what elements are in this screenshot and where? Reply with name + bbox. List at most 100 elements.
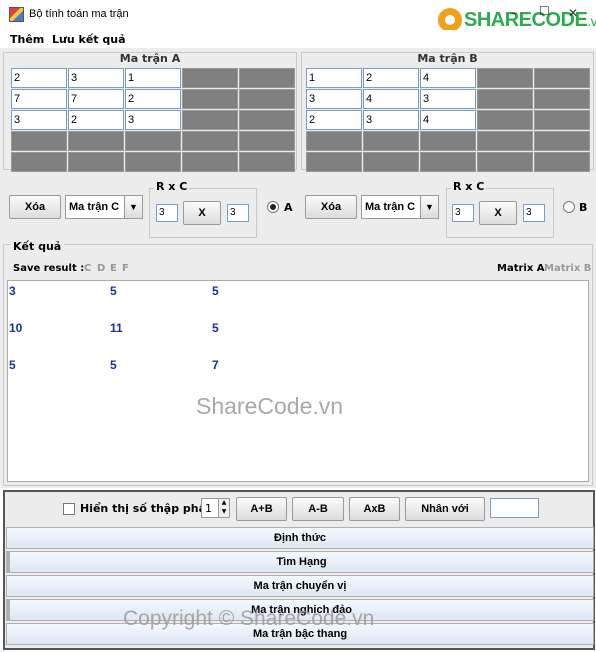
copyright-watermark: Copyright © ShareCode.vn	[123, 607, 375, 630]
center-watermark: ShareCode.vn	[196, 393, 344, 419]
matrix-a-cell-disabled	[239, 110, 295, 130]
matrix-a-cell-disabled	[182, 68, 238, 88]
transpose-button[interactable]: Ma trận chuyển vị	[6, 575, 594, 597]
resize-a-button[interactable]: X	[183, 201, 221, 225]
matrix-a-cell-disabled	[182, 89, 238, 109]
clear-a-button[interactable]: Xóa	[9, 195, 61, 219]
multiplier-input[interactable]	[490, 498, 539, 518]
matrix-a-title: Ma trận A	[119, 52, 181, 65]
matrix-a-cell[interactable]: 3	[11, 110, 67, 130]
determinant-button[interactable]: Định thức	[6, 527, 594, 549]
result-cell: 5	[110, 284, 117, 298]
matrix-b-cell-disabled	[363, 152, 419, 172]
rows-b-input[interactable]: 3	[452, 204, 474, 222]
result-cell: 5	[212, 321, 219, 335]
matrix-b-cell-disabled	[534, 110, 590, 130]
matrix-a-cell[interactable]: 2	[125, 89, 181, 109]
matrix-a-cell-disabled	[239, 68, 295, 88]
matrix-a-cell-disabled	[182, 110, 238, 130]
target-b-select[interactable]: Ma trận C ▼	[361, 195, 439, 219]
matrix-a-cell[interactable]: 3	[68, 68, 124, 88]
matrix-b-cell[interactable]: 3	[420, 89, 476, 109]
matrix-b-grid: 1 2 4 3 4 3 2 3 4	[306, 68, 590, 172]
radio-a[interactable]	[267, 201, 279, 213]
matrix-b-cell[interactable]: 2	[363, 68, 419, 88]
matrix-a-cell[interactable]: 7	[68, 89, 124, 109]
matrix-b-cell[interactable]: 1	[306, 68, 362, 88]
resize-b-button[interactable]: X	[479, 201, 517, 225]
close-button[interactable]: ✕	[568, 6, 578, 20]
matrix-b-cell[interactable]: 4	[420, 68, 476, 88]
radio-b-label: B	[579, 201, 588, 214]
save-option-d[interactable]: D	[97, 263, 105, 274]
matrix-b-cell[interactable]: 3	[363, 110, 419, 130]
spinner-up-icon[interactable]: ▲	[219, 499, 229, 508]
matrix-b-cell-disabled	[534, 89, 590, 109]
result-area	[7, 280, 589, 482]
app-icon	[9, 7, 24, 22]
save-result-label: Save result :	[13, 263, 85, 274]
matrix-a-cell-disabled	[125, 152, 181, 172]
title-bar: Bộ tính toán ma trận SHARECODE.vn – ☐ ✕	[0, 0, 596, 32]
matrix-b-cell[interactable]: 3	[306, 89, 362, 109]
result-cell: 5	[212, 284, 219, 298]
matrix-b-cell[interactable]: 4	[420, 110, 476, 130]
decimal-checkbox[interactable]	[63, 503, 75, 515]
decimal-spinner[interactable]: 1 ▲ ▼	[201, 498, 230, 518]
result-cell: 3	[9, 284, 16, 298]
matrix-b-cell-disabled	[534, 152, 590, 172]
matrix-a-cell-disabled	[125, 131, 181, 151]
save-option-e[interactable]: E	[110, 263, 117, 274]
matrix-b-panel: Ma trận B 1 2 4 3 4 3 2 3 4	[301, 52, 594, 172]
rc-a-title: R x C	[154, 180, 190, 193]
cols-a-input[interactable]: 3	[227, 204, 249, 222]
result-cell: 5	[110, 358, 117, 372]
matrix-b-cell-disabled	[363, 131, 419, 151]
matrix-a-cell-disabled	[239, 131, 295, 151]
chevron-down-icon[interactable]: ▼	[420, 196, 438, 218]
matrix-a-cell[interactable]: 1	[125, 68, 181, 88]
rank-button[interactable]: Tìm Hạng	[6, 551, 594, 573]
matrix-b-cell-disabled	[477, 152, 533, 172]
scalar-multiply-button[interactable]: Nhân với	[405, 497, 485, 521]
matrix-a-cell[interactable]: 2	[68, 110, 124, 130]
matrix-b-cell-disabled	[477, 68, 533, 88]
save-option-c[interactable]: C	[84, 263, 91, 274]
matrix-b-toggle[interactable]: Matrix B	[544, 263, 591, 274]
matrix-a-cell[interactable]: 3	[125, 110, 181, 130]
target-a-value: Ma trận C	[69, 201, 120, 213]
radio-b[interactable]	[563, 201, 575, 213]
matrix-b-cell-disabled	[306, 131, 362, 151]
rows-a-input[interactable]: 3	[156, 204, 178, 222]
result-cell: 10	[9, 321, 23, 335]
subtract-button[interactable]: A-B	[292, 497, 344, 521]
target-a-select[interactable]: Ma trận C ▼	[65, 195, 143, 219]
chevron-down-icon[interactable]: ▼	[124, 196, 142, 218]
matrix-a-cell-disabled	[11, 131, 67, 151]
maximize-button[interactable]: ☐	[539, 4, 550, 18]
cols-b-input[interactable]: 3	[523, 204, 545, 222]
save-option-f[interactable]: F	[122, 263, 129, 274]
add-button[interactable]: A+B	[236, 497, 287, 521]
matrix-b-cell[interactable]: 4	[363, 89, 419, 109]
matrix-b-cell-disabled	[306, 152, 362, 172]
matrix-b-cell-disabled	[477, 89, 533, 109]
menu-them[interactable]: Thêm	[10, 33, 44, 46]
matrix-a-panel: Ma trận A 2 3 1 7 7 2 3 2 3	[3, 52, 297, 172]
matrix-b-title: Ma trận B	[417, 52, 478, 65]
decimal-label: Hiển thị số thập phân	[80, 502, 214, 515]
matrix-b-cell-disabled	[477, 110, 533, 130]
matrix-a-cell[interactable]: 2	[11, 68, 67, 88]
logo-suffix: .vn	[587, 12, 596, 29]
result-cell: 7	[212, 358, 219, 372]
minimize-button[interactable]: –	[511, 6, 517, 20]
menu-bar: Thêm Lưu kết quả	[0, 30, 596, 48]
matrix-a-cell[interactable]: 7	[11, 89, 67, 109]
matrix-b-cell[interactable]: 2	[306, 110, 362, 130]
matrix-a-toggle[interactable]: Matrix A	[497, 263, 545, 274]
clear-b-button[interactable]: Xóa	[305, 195, 357, 219]
matrix-b-cell-disabled	[477, 131, 533, 151]
spinner-down-icon[interactable]: ▼	[219, 508, 229, 517]
multiply-button[interactable]: AxB	[349, 497, 400, 521]
menu-luu-ket-qua[interactable]: Lưu kết quả	[52, 33, 126, 46]
